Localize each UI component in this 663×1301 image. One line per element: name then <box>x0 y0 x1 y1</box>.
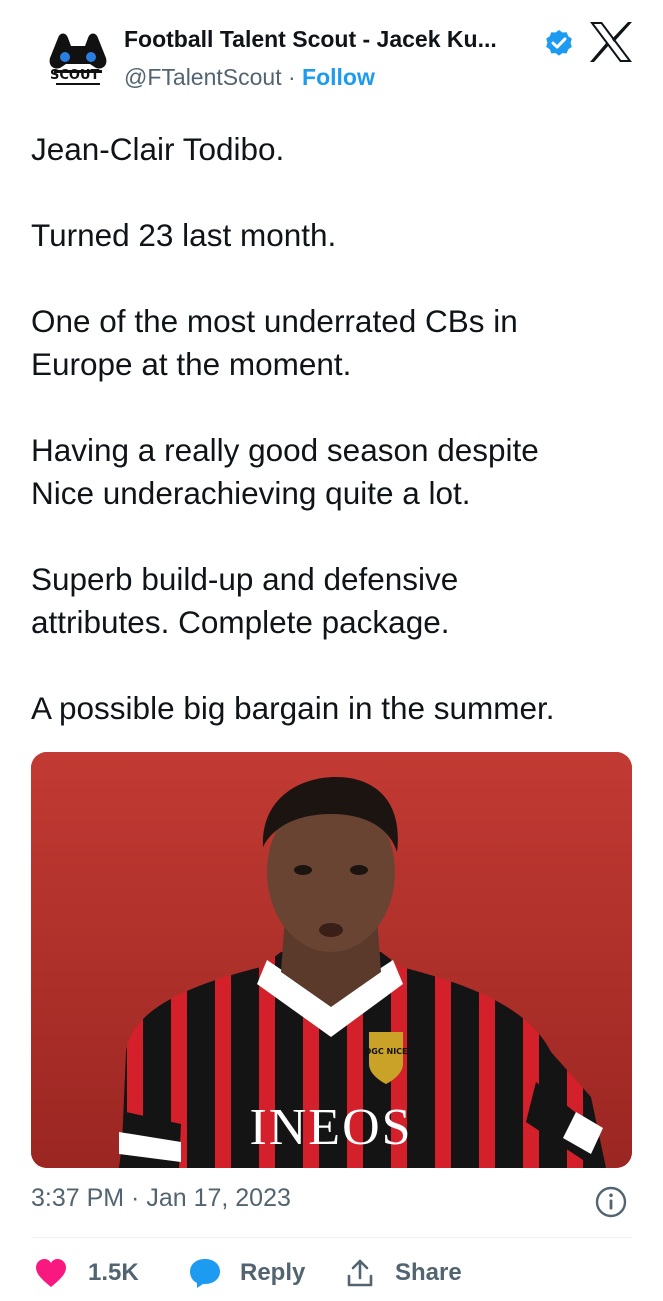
avatar[interactable]: SCOUT <box>36 24 120 108</box>
tweet-line: One of the most underrated CBs in <box>31 303 518 339</box>
like-button[interactable]: 1.5K <box>34 1254 139 1292</box>
tweet-text: Jean-Clair Todibo. Turned 23 last month.… <box>31 128 641 730</box>
tweet-line: attributes. Complete package. <box>31 604 450 640</box>
tweet-line: Superb build-up and defensive <box>31 561 459 597</box>
tweet-line: A possible big bargain in the summer. <box>31 690 555 726</box>
shirt-sponsor-text: INEOS <box>249 1099 412 1156</box>
tweet-line: Nice underachieving quite a lot. <box>31 475 471 511</box>
crest-text: OGC NICE <box>364 1047 407 1056</box>
player-photo-illustration: OGC NICE INEOS <box>31 752 632 1168</box>
handle-row: @FTalentScout · Follow <box>124 64 375 91</box>
avatar-logo-text: SCOUT <box>50 68 100 83</box>
share-icon <box>347 1259 373 1287</box>
x-logo-icon[interactable] <box>588 20 634 64</box>
like-count: 1.5K <box>88 1259 139 1286</box>
display-name[interactable]: Football Talent Scout - Jacek Ku... <box>124 26 497 53</box>
reply-label: Reply <box>240 1259 306 1286</box>
tweet-line: Europe at the moment. <box>31 346 352 382</box>
share-button[interactable]: Share <box>345 1254 462 1292</box>
reply-bubble-icon <box>190 1259 220 1288</box>
scout-logo-icon <box>49 33 107 85</box>
tweet-photo[interactable]: OGC NICE INEOS <box>31 752 632 1168</box>
tweet-timestamp[interactable]: 3:37 PM · Jan 17, 2023 <box>31 1184 291 1213</box>
follow-link[interactable]: Follow <box>302 64 375 90</box>
verified-badge-icon <box>546 30 572 56</box>
reply-button[interactable]: Reply <box>188 1254 305 1292</box>
tweet-line: Turned 23 last month. <box>31 217 337 253</box>
tweet-card: SCOUT Football Talent Scout - Jacek Ku..… <box>0 0 663 1301</box>
tweet-line: Jean-Clair Todibo. <box>31 131 285 167</box>
info-icon[interactable] <box>594 1185 628 1219</box>
tweet-line: Having a really good season despite <box>31 432 539 468</box>
divider <box>31 1237 632 1238</box>
handle[interactable]: @FTalentScout <box>124 64 282 90</box>
separator-dot: · <box>287 64 296 90</box>
heart-icon <box>36 1259 66 1287</box>
share-label: Share <box>395 1259 462 1286</box>
